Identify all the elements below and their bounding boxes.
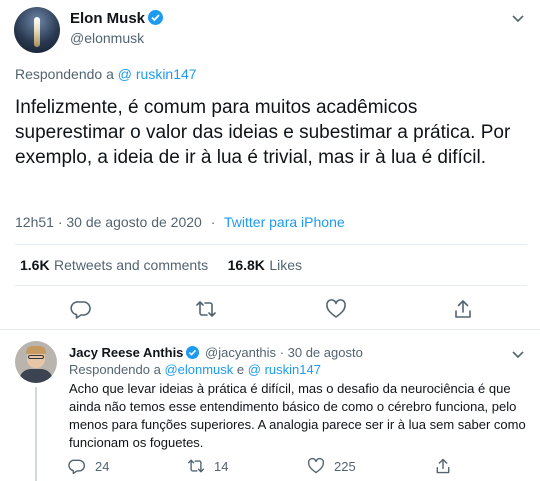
share-icon[interactable] [452,298,474,325]
verified-badge-icon [148,10,164,25]
retweet-icon[interactable] [195,298,217,325]
reply-like-button[interactable]: 225 [307,457,356,475]
author-name[interactable]: Elon Musk [70,10,145,27]
reply-replying-to-line: Respondendo a @elonmusk e @ ruskin147 [69,362,321,377]
retweets-label: Retweets and comments [54,257,209,273]
replying-to-label: Respondendo a [69,362,161,377]
retweets-count: 1.6K [20,257,50,273]
replying-to-link[interactable]: @elonmusk [164,362,233,377]
reply-icon [68,459,85,475]
reply-icon[interactable] [70,298,92,325]
tweet-source[interactable]: Twitter para iPhone [224,214,345,230]
heart-icon [307,457,325,474]
thread-line [35,387,37,481]
reply-date[interactable]: · 30 de agosto [280,345,363,360]
likes-count: 16.8K [227,257,265,273]
tweet-meta: 12h51 · 30 de agosto de 2020 · Twitter p… [15,214,345,230]
likes-label: Likes [269,257,303,273]
divider [15,285,527,286]
replying-to-link[interactable]: @ ruskin147 [248,362,321,377]
reply-reply-button[interactable]: 24 [68,457,109,475]
verified-badge-icon [186,346,200,359]
replying-to-label: Respondendo a [15,66,114,82]
replying-to-link[interactable]: @ ruskin147 [118,66,197,82]
reply-retweet-button[interactable]: 14 [187,457,228,475]
retweets-stat[interactable]: 1.6K Retweets and comments [20,257,213,274]
chevron-down-icon[interactable] [511,347,525,365]
retweet-count: 14 [214,458,229,474]
retweet-icon [187,459,205,473]
author-avatar[interactable] [14,7,60,53]
reply-author-name[interactable]: Jacy Reese Anthis [69,345,183,360]
chevron-down-icon[interactable] [511,11,525,29]
likes-stat[interactable]: 16.8K Likes [228,257,303,274]
divider [15,244,527,245]
tweet-timestamp[interactable]: 12h51 · 30 de agosto de 2020 [15,214,202,230]
tweet-text: Infelizmente, é comum para muitos acadêm… [15,97,511,168]
author-name-row[interactable]: Elon Musk [70,10,164,28]
divider [0,329,540,330]
reply-header: Jacy Reese Anthis @jacyanthis · 30 de ag… [69,345,363,360]
reply-author-handle[interactable]: @jacyanthis [205,345,276,360]
reply-author-avatar[interactable] [15,341,57,383]
reply-count: 24 [95,458,110,474]
replying-to-and: e [236,362,245,377]
author-handle[interactable]: @elonmusk [70,30,144,46]
replying-to-line: Respondendo a @ ruskin147 [15,66,197,82]
heart-icon[interactable] [325,298,347,325]
like-count: 225 [334,458,356,474]
meta-separator: · [210,214,216,230]
tweet-stats: 1.6K Retweets and comments 16.8K Likes [20,257,302,275]
reply-text: Acho que levar ideias à prática é difíci… [69,381,526,450]
share-icon[interactable] [434,457,452,480]
